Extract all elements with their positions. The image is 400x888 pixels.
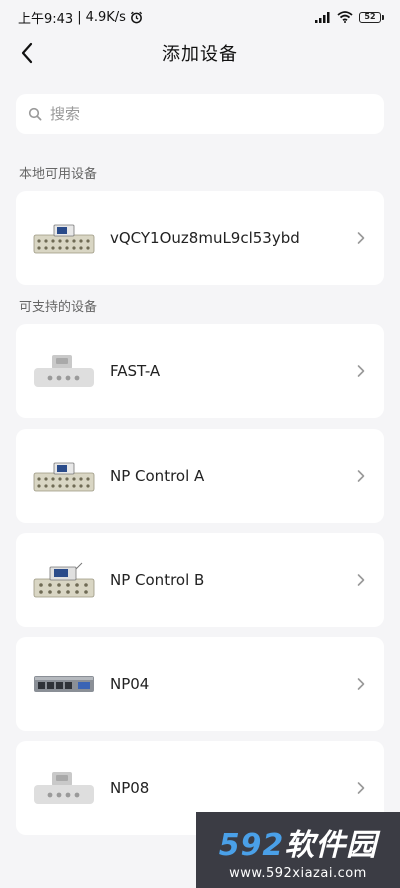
switch-display-device-image — [32, 218, 96, 258]
header: 添加设备 — [0, 34, 400, 72]
adapter-box-device-image — [32, 351, 96, 391]
watermark-logo-num: 592 — [218, 827, 285, 863]
device-name: NP Control A — [110, 467, 205, 485]
device-name: NP08 — [110, 779, 150, 797]
device-name: FAST-A — [110, 362, 161, 380]
search-icon — [28, 107, 42, 121]
status-time: 上午9:43 — [18, 11, 74, 27]
back-button[interactable] — [14, 40, 40, 66]
device-card-local-0[interactable]: vQCY1Ouz8muL9cl53ybd — [16, 191, 384, 285]
watermark-logo-text: 软件园 — [284, 827, 378, 863]
switch-display-device-image — [32, 456, 96, 496]
device-card-supported-0[interactable]: FAST-A — [16, 324, 384, 418]
section-label-supported: 可支持的设备 — [19, 300, 98, 315]
chevron-right-icon — [357, 232, 365, 244]
device-card-supported-1[interactable]: NP Control A — [16, 429, 384, 523]
chevron-right-icon — [357, 470, 365, 482]
page-title: 添加设备 — [162, 44, 238, 65]
battery-level: 52 — [359, 11, 381, 23]
chevron-right-icon — [357, 574, 365, 586]
wifi-icon — [337, 11, 353, 23]
status-right: 52 — [315, 11, 384, 23]
status-separator: | — [77, 9, 82, 25]
chevron-right-icon — [357, 365, 365, 377]
switch-display-antenna-device-image — [32, 560, 96, 600]
device-name: NP04 — [110, 675, 150, 693]
status-bar: 上午9:43 | 4.9K/s 52 — [0, 0, 400, 34]
device-card-supported-2[interactable]: NP Control B — [16, 533, 384, 627]
network-speed: 4.9K/s — [85, 9, 126, 25]
watermark-url: www.592xiazai.com — [229, 865, 367, 881]
device-name: vQCY1Ouz8muL9cl53ybd — [110, 229, 300, 247]
chevron-right-icon — [357, 782, 365, 794]
watermark: 592软件园 www.592xiazai.com — [196, 812, 400, 888]
chevron-left-icon — [21, 42, 33, 64]
ethernet-switch-device-image — [32, 664, 96, 704]
battery-icon: 52 — [359, 11, 384, 23]
search-box[interactable] — [16, 94, 384, 134]
section-label-local: 本地可用设备 — [19, 167, 98, 182]
device-name: NP Control B — [110, 571, 205, 589]
search-input[interactable] — [50, 105, 350, 123]
chevron-right-icon — [357, 678, 365, 690]
device-card-supported-3[interactable]: NP04 — [16, 637, 384, 731]
alarm-icon — [130, 11, 142, 23]
adapter-box-device-image — [32, 768, 96, 808]
watermark-logo: 592软件园 — [219, 820, 378, 864]
signal-icon — [315, 11, 330, 23]
battery-tip — [382, 14, 384, 20]
status-left: 上午9:43 | 4.9K/s — [18, 8, 143, 27]
